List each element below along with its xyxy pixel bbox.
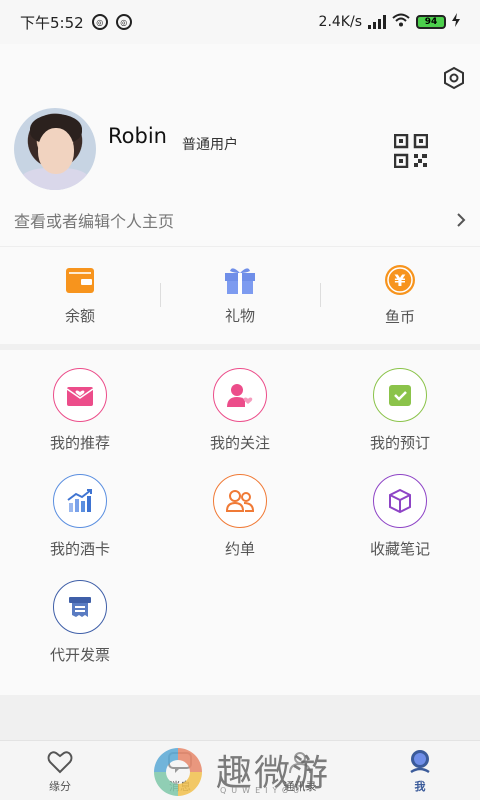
- feature-menu: 我的推荐 我的关注 我的预订 我的酒卡 约单 收藏笔记 代开发票: [0, 350, 480, 695]
- invoice-icon: [53, 580, 107, 634]
- user-name: Robin: [108, 124, 167, 148]
- menu-my-recommend[interactable]: 我的推荐: [0, 368, 160, 453]
- wallet-balance-label: 余额: [64, 307, 95, 325]
- menu-saved-notes[interactable]: 收藏笔记: [320, 474, 480, 559]
- menu-label: 我的推荐: [49, 434, 110, 452]
- network-speed: 2.4K/s: [318, 14, 362, 30]
- wallet-gift-button[interactable]: 礼物: [160, 247, 320, 344]
- wallet-icon: [66, 268, 94, 293]
- calendar-check-icon: [373, 368, 427, 422]
- avatar[interactable]: [14, 108, 96, 190]
- signal-icon: [368, 15, 386, 29]
- users-icon: [213, 474, 267, 528]
- user-heart-icon: [213, 368, 267, 422]
- message-icon: [168, 752, 192, 773]
- charging-icon: [452, 13, 460, 31]
- chevron-right-icon: [457, 213, 466, 227]
- heart-icon: [47, 751, 73, 774]
- menu-label: 我的预订: [369, 434, 430, 452]
- tab-label: 缘分: [49, 780, 71, 793]
- tab-fate[interactable]: 缘分: [0, 741, 120, 800]
- qr-code-icon[interactable]: [393, 133, 429, 169]
- tab-me[interactable]: 我: [360, 741, 480, 800]
- status-time: 下午5:52: [20, 13, 84, 32]
- tab-label: 我: [414, 780, 426, 793]
- edit-profile-label: 查看或者编辑个人主页: [14, 212, 175, 231]
- svg-text:¥: ¥: [394, 271, 405, 290]
- gift-icon: [225, 268, 255, 294]
- wallet-gift-label: 礼物: [224, 307, 255, 325]
- wallet-row: 余额 礼物 ¥ 鱼币: [0, 246, 480, 344]
- tab-label: 消息: [169, 780, 191, 793]
- wifi-icon: [392, 13, 410, 31]
- bottom-tab-bar: 缘分 消息 通讯录 我: [0, 740, 480, 800]
- menu-my-wine-card[interactable]: 我的酒卡: [0, 474, 160, 559]
- cube-icon: [373, 474, 427, 528]
- user-level: 普通用户: [182, 137, 238, 153]
- notification-icon-2: ◎: [115, 14, 132, 30]
- menu-my-follows[interactable]: 我的关注: [160, 368, 320, 453]
- me-icon: [410, 750, 430, 774]
- edit-profile-link[interactable]: 查看或者编辑个人主页: [0, 202, 480, 238]
- tab-label: 通讯录: [283, 780, 317, 793]
- tab-contacts[interactable]: 通讯录: [240, 741, 360, 800]
- envelope-heart-icon: [53, 368, 107, 422]
- menu-label: 代开发票: [49, 646, 110, 664]
- menu-label: 我的关注: [209, 434, 270, 452]
- menu-my-bookings[interactable]: 我的预订: [320, 368, 480, 453]
- coin-icon: ¥: [385, 265, 415, 295]
- wallet-coin-label: 鱼币: [384, 308, 415, 326]
- menu-label: 约单: [224, 540, 255, 558]
- profile-card: Robin 普通用户 查看或者编辑个人主页 余额 礼物 ¥ 鱼币: [0, 44, 480, 344]
- contacts-icon: [289, 752, 311, 774]
- menu-label: 收藏笔记: [369, 540, 430, 558]
- menu-label: 我的酒卡: [49, 540, 110, 558]
- notification-icon: ◎: [91, 14, 108, 30]
- tab-messages[interactable]: 消息: [120, 741, 240, 800]
- status-bar: 下午5:52 ◎ ◎ 2.4K/s 94: [0, 0, 480, 44]
- chart-card-icon: [53, 474, 107, 528]
- menu-appointments[interactable]: 约单: [160, 474, 320, 559]
- wallet-coin-button[interactable]: ¥ 鱼币: [320, 247, 480, 344]
- menu-invoice[interactable]: 代开发票: [0, 580, 160, 665]
- settings-gear-icon[interactable]: [442, 66, 466, 90]
- battery-icon: 94: [416, 15, 446, 29]
- wallet-balance-button[interactable]: 余额: [0, 247, 160, 344]
